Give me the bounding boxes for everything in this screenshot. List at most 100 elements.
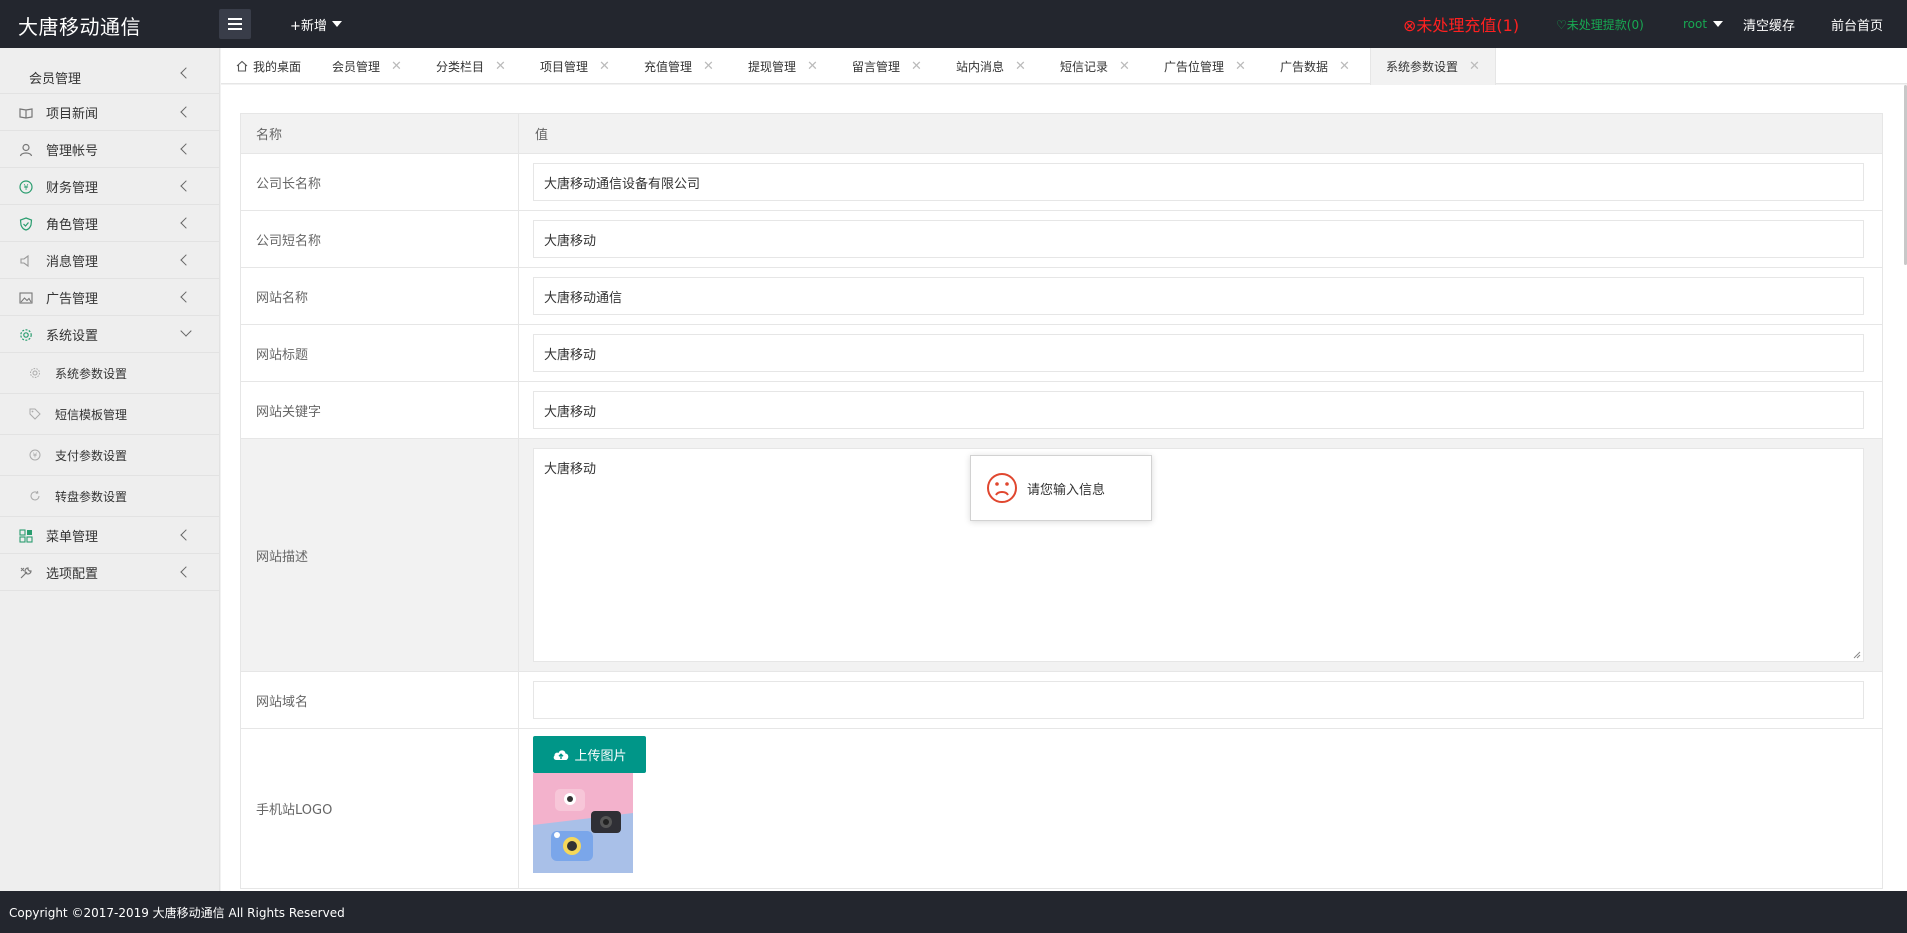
close-icon[interactable]: ✕ — [1339, 59, 1350, 74]
sidebar-item-ads[interactable]: 广告管理 — [0, 279, 219, 316]
close-icon[interactable]: ✕ — [1235, 59, 1246, 74]
chevron-left-icon — [180, 217, 192, 229]
sidebar-item-menu-management[interactable]: 菜单管理 — [0, 517, 219, 554]
tab-ad-data[interactable]: 广告数据 ✕ — [1280, 48, 1350, 84]
gear-icon — [30, 368, 40, 378]
tab-label: 提现管理 — [748, 59, 797, 74]
tab-label: 广告位管理 — [1164, 59, 1225, 74]
close-icon[interactable]: ✕ — [391, 59, 402, 74]
tab-label: 会员管理 — [332, 59, 381, 74]
company-short-name-input[interactable] — [533, 220, 1864, 258]
sidebar-item-members[interactable]: 会员管理 — [0, 48, 219, 94]
app-logo[interactable]: 大唐移动通信 — [18, 11, 141, 40]
chevron-left-icon — [180, 529, 192, 541]
sidebar-item-options-config[interactable]: 选项配置 — [0, 554, 219, 591]
tab-label: 充值管理 — [644, 59, 693, 74]
toast-message: 请您输入信息 — [970, 455, 1152, 521]
sidebar-item-label: 消息管理 — [46, 254, 99, 270]
sidebar-subitem-label: 转盘参数设置 — [55, 489, 128, 504]
sidebar-item-system-settings[interactable]: 系统设置 — [0, 316, 219, 353]
sidebar-item-label: 项目新闻 — [46, 106, 99, 122]
close-icon[interactable]: ✕ — [911, 59, 922, 74]
site-title-input[interactable] — [533, 334, 1864, 372]
site-keywords-input[interactable] — [533, 391, 1864, 429]
money-icon: ¥ — [19, 180, 33, 194]
tab-label: 站内消息 — [956, 59, 1005, 74]
footer: Copyright ©2017-2019 大唐移动通信 All Rights R… — [0, 891, 1907, 933]
field-label: 网站域名 — [240, 671, 519, 729]
site-description-textarea[interactable]: 大唐移动 — [533, 448, 1864, 662]
refresh-icon — [30, 490, 40, 501]
camera-toy-image — [533, 773, 633, 873]
tab-system-params[interactable]: 系统参数设置 ✕ — [1370, 48, 1496, 85]
sidebar-subitem-payment-params[interactable]: ¥ 支付参数设置 — [0, 435, 219, 476]
column-header-name: 名称 — [240, 113, 519, 154]
close-icon[interactable]: ✕ — [1469, 59, 1480, 74]
sidebar-subitem-system-params[interactable]: 系统参数设置 — [0, 353, 219, 394]
speaker-icon — [20, 254, 29, 268]
field-label: 公司短名称 — [240, 210, 519, 268]
sidebar: 会员管理 项目新闻 管理帐号 ¥ 财务管理 角色管理 消息管理 广告管理 系统设… — [0, 48, 220, 891]
close-icon[interactable]: ✕ — [807, 59, 818, 74]
sidebar-item-roles[interactable]: 角色管理 — [0, 205, 219, 242]
site-domain-input[interactable] — [533, 681, 1864, 719]
tab-messages-board[interactable]: 留言管理 ✕ — [852, 48, 922, 84]
column-header-value: 值 — [518, 113, 1883, 154]
tab-desktop[interactable]: 我的桌面 — [236, 48, 301, 84]
add-new-dropdown[interactable]: +新增 — [290, 15, 342, 34]
tab-site-messages[interactable]: 站内消息 ✕ — [956, 48, 1026, 84]
sidebar-item-admin-accounts[interactable]: 管理帐号 — [0, 131, 219, 168]
textarea-value: 大唐移动 — [544, 462, 597, 477]
field-label: 网站标题 — [240, 324, 519, 382]
field-label: 网站描述 — [240, 438, 519, 672]
chevron-left-icon — [180, 67, 192, 79]
sidebar-item-label: 菜单管理 — [46, 529, 99, 545]
sad-face-icon — [987, 473, 1017, 503]
chevron-left-icon — [180, 291, 192, 303]
sidebar-item-messages[interactable]: 消息管理 — [0, 242, 219, 279]
clear-cache-link[interactable]: 清空缓存 — [1743, 0, 1795, 48]
svg-text:¥: ¥ — [23, 183, 28, 192]
sidebar-subitem-wheel-params[interactable]: 转盘参数设置 — [0, 476, 219, 517]
pending-recharge-link[interactable]: ⊗未处理充值(1) — [1403, 0, 1519, 48]
grid-icon — [19, 529, 33, 543]
chevron-left-icon — [180, 143, 192, 155]
close-icon[interactable]: ✕ — [1119, 59, 1130, 74]
close-icon[interactable]: ✕ — [599, 59, 610, 74]
tab-members[interactable]: 会员管理 ✕ — [332, 48, 402, 84]
close-icon[interactable]: ✕ — [495, 59, 506, 74]
chevron-left-icon — [180, 254, 192, 266]
tab-categories[interactable]: 分类栏目 ✕ — [436, 48, 506, 84]
caret-down-icon — [1713, 21, 1724, 27]
sidebar-subitem-label: 系统参数设置 — [55, 366, 128, 381]
sidebar-item-project-news[interactable]: 项目新闻 — [0, 94, 219, 131]
close-icon[interactable]: ✕ — [1015, 59, 1026, 74]
close-icon[interactable]: ✕ — [703, 59, 714, 74]
table-row: 公司短名称 — [240, 210, 1883, 268]
site-name-input[interactable] — [533, 277, 1864, 315]
picture-icon — [19, 292, 33, 304]
tab-projects[interactable]: 项目管理 ✕ — [540, 48, 610, 84]
table-row: 网站域名 — [240, 671, 1883, 729]
chevron-down-icon — [180, 325, 192, 337]
sidebar-item-label: 管理帐号 — [46, 143, 99, 159]
home-icon — [236, 60, 248, 72]
tab-recharge[interactable]: 充值管理 ✕ — [644, 48, 714, 84]
sidebar-item-label: 广告管理 — [46, 291, 99, 307]
tab-sms-records[interactable]: 短信记录 ✕ — [1060, 48, 1130, 84]
sidebar-item-finance[interactable]: ¥ 财务管理 — [0, 168, 219, 205]
sidebar-item-label: 会员管理 — [29, 72, 82, 87]
tab-withdraw[interactable]: 提现管理 ✕ — [748, 48, 818, 84]
sidebar-subitem-sms-templates[interactable]: 短信模板管理 — [0, 394, 219, 435]
user-menu[interactable]: root — [1683, 0, 1724, 48]
table-row: 网站关键字 — [240, 381, 1883, 439]
upload-image-button[interactable]: 上传图片 — [533, 736, 646, 773]
resize-handle-icon[interactable] — [1853, 651, 1861, 659]
company-long-name-input[interactable] — [533, 163, 1864, 201]
menu-toggle-button[interactable] — [219, 9, 251, 39]
front-home-link[interactable]: 前台首页 — [1831, 0, 1883, 48]
tools-icon — [20, 567, 32, 579]
table-row: 手机站LOGO 上传图片 — [240, 728, 1883, 889]
pending-withdraw-link[interactable]: ♡未处理提款(0) — [1556, 0, 1644, 48]
tab-ad-positions[interactable]: 广告位管理 ✕ — [1164, 48, 1246, 84]
